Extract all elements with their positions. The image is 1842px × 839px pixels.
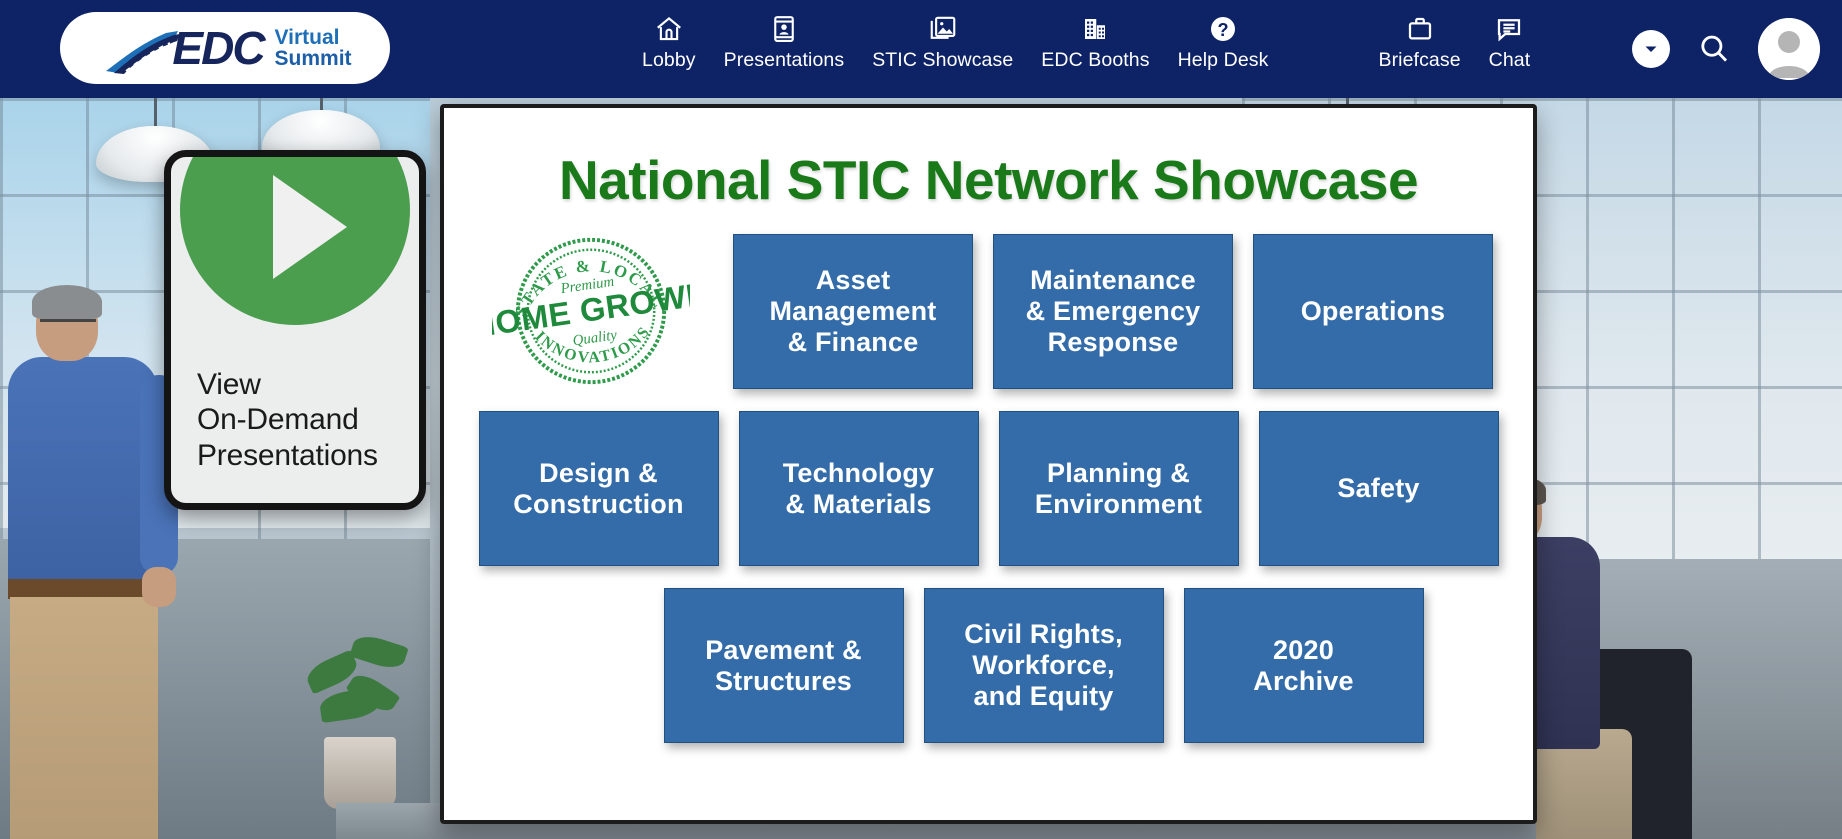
page-title: National STIC Network Showcase bbox=[558, 149, 1419, 211]
tile-label: Operations bbox=[1300, 296, 1446, 327]
category-tile-operations[interactable]: Operations bbox=[1253, 234, 1493, 389]
dropdown-toggle-button[interactable] bbox=[1632, 30, 1670, 68]
category-row: Design & Construction Technology & Mater… bbox=[478, 411, 1499, 566]
nav-item-edc-booths[interactable]: EDC Booths bbox=[1027, 6, 1163, 76]
tile-label: Technology & Materials bbox=[782, 457, 935, 519]
logo-virtual-text: Virtual bbox=[274, 25, 340, 49]
presentation-badge-icon bbox=[769, 12, 799, 46]
potted-plant bbox=[300, 619, 420, 809]
nav-label: Briefcase bbox=[1378, 49, 1461, 71]
nav-label: Lobby bbox=[642, 49, 696, 71]
tile-label: Maintenance & Emergency Response bbox=[1025, 265, 1201, 357]
stic-showcase-board: National STIC Network Showcase STATE & L… bbox=[440, 104, 1537, 824]
question-circle-icon: ? bbox=[1208, 12, 1238, 46]
nav-label: EDC Booths bbox=[1041, 49, 1150, 71]
category-row: Asset Management & Finance Maintenance &… bbox=[478, 234, 1499, 389]
play-triangle-icon bbox=[273, 175, 347, 279]
logo-subtitle: Virtual Summit bbox=[274, 25, 352, 70]
edc-virtual-summit-logo[interactable]: EDC Virtual Summit bbox=[60, 12, 390, 84]
tile-label: Pavement & Structures bbox=[705, 634, 862, 696]
logo-edc-text: EDC bbox=[172, 22, 265, 74]
user-avatar[interactable] bbox=[1758, 18, 1820, 80]
briefcase-icon bbox=[1405, 12, 1435, 46]
on-demand-line-2: On-Demand bbox=[197, 403, 359, 437]
on-demand-panel-label: View On-Demand Presentations bbox=[197, 367, 378, 473]
search-button[interactable] bbox=[1694, 29, 1734, 69]
tile-label: Planning & Environment bbox=[1034, 457, 1203, 519]
chat-bubble-icon bbox=[1494, 12, 1524, 46]
tile-label: 2020 Archive bbox=[1253, 634, 1354, 696]
home-icon bbox=[654, 12, 684, 46]
category-tile-design-construction[interactable]: Design & Construction bbox=[478, 411, 719, 566]
nav-label: Presentations bbox=[723, 49, 845, 71]
tile-label: Safety bbox=[1337, 473, 1420, 504]
nav-item-briefcase[interactable]: Briefcase bbox=[1364, 6, 1474, 76]
nav-label: Chat bbox=[1488, 49, 1531, 71]
svg-text:?: ? bbox=[1218, 20, 1229, 40]
category-row: Pavement & Structures Civil Rights, Work… bbox=[478, 588, 1499, 743]
play-button[interactable] bbox=[180, 157, 410, 325]
tile-label: Asset Management & Finance bbox=[769, 265, 937, 357]
road-swoosh-icon bbox=[106, 31, 181, 74]
nav-item-lobby[interactable]: Lobby bbox=[628, 6, 710, 76]
category-tile-technology-materials[interactable]: Technology & Materials bbox=[738, 411, 979, 566]
category-tile-planning-environment[interactable]: Planning & Environment bbox=[998, 411, 1239, 566]
main-nav-items: Lobby Presentations STIC Showcase EDC Bo… bbox=[628, 6, 1544, 76]
nav-right-controls bbox=[1632, 0, 1820, 98]
nav-item-stic-showcase[interactable]: STIC Showcase bbox=[858, 6, 1027, 76]
category-tile-pavement-structures[interactable]: Pavement & Structures bbox=[663, 588, 904, 743]
category-tile-maintenance-emergency-response[interactable]: Maintenance & Emergency Response bbox=[993, 234, 1233, 389]
category-tile-civil-rights-workforce-equity[interactable]: Civil Rights, Workforce, and Equity bbox=[923, 588, 1164, 743]
top-navigation-bar: EDC Virtual Summit Lobby Presentations S… bbox=[0, 0, 1842, 98]
tile-label: Design & Construction bbox=[513, 457, 684, 519]
nav-label: STIC Showcase bbox=[872, 49, 1014, 71]
nav-item-presentations[interactable]: Presentations bbox=[710, 6, 859, 76]
category-tile-asset-management-finance[interactable]: Asset Management & Finance bbox=[733, 234, 973, 389]
nav-item-help-desk[interactable]: ? Help Desk bbox=[1164, 6, 1283, 76]
on-demand-line-1: View bbox=[197, 368, 261, 401]
building-icon bbox=[1080, 12, 1110, 46]
images-stack-icon bbox=[928, 12, 958, 46]
on-demand-line-3: Presentations bbox=[197, 438, 378, 472]
category-tile-2020-archive[interactable]: 2020 Archive bbox=[1183, 588, 1424, 743]
user-avatar-icon bbox=[1758, 18, 1820, 80]
search-icon bbox=[1701, 35, 1728, 62]
nav-item-chat[interactable]: Chat bbox=[1475, 6, 1545, 76]
nav-label: Help Desk bbox=[1177, 49, 1269, 71]
category-grid: STATE & LOCAL INNOVATIONS Premium HOME G… bbox=[444, 234, 1533, 743]
logo-summit-text: Summit bbox=[274, 47, 352, 70]
chevron-down-icon bbox=[1645, 46, 1657, 52]
tile-label: Civil Rights, Workforce, and Equity bbox=[964, 619, 1123, 711]
on-demand-presentations-panel[interactable]: View On-Demand Presentations bbox=[164, 150, 426, 510]
category-tile-safety[interactable]: Safety bbox=[1258, 411, 1499, 566]
